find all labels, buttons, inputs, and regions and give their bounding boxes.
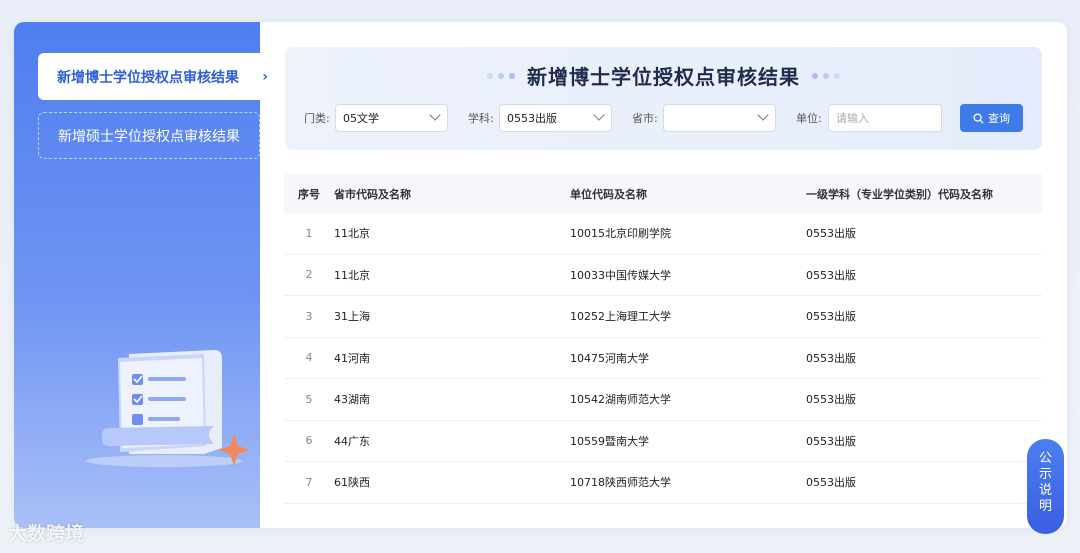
query-button[interactable]: 查询 [960, 104, 1023, 132]
document-checklist-illustration [86, 350, 250, 467]
query-button-label: 查询 [988, 112, 1010, 125]
table-row: 6 44广东 10559暨南大学 0553出版 [284, 421, 1042, 462]
chevron-down-icon [757, 109, 769, 121]
watermark: 大数跨境 [8, 519, 84, 546]
table-cell: 6 [305, 434, 313, 448]
notice-char: 说 [1038, 483, 1052, 498]
notice-char: 公 [1038, 451, 1052, 466]
notice-char: 明 [1038, 499, 1052, 514]
subject-select-value: 0553出版 [507, 112, 557, 125]
sidebar-item-doctoral[interactable]: 新增博士学位授权点审核结果 › [38, 53, 274, 100]
filter-panel: 新增博士学位授权点审核结果 门类: 05文学 学科: 0553出版 省市: 单位… [285, 47, 1042, 150]
watermark-text: 大数跨境 [8, 523, 85, 545]
main-card: 新增博士学位授权点审核结果 › 新增硕士学位授权点审核结果 新增博士学位授权点审… [14, 22, 1067, 528]
table-row: 7 61陕西 10718陕西师范大学 0553出版 [284, 462, 1042, 504]
notice-char: 示 [1038, 467, 1052, 482]
results-table: 序号 省市代码及名称 单位代码及名称 一级学科（专业学位类别）代码及名称 1 11… [284, 174, 1042, 504]
table-cell: 0553出版 [806, 393, 856, 407]
table-cell: 10252上海理工大学 [570, 310, 671, 324]
main-content: 新增博士学位授权点审核结果 门类: 05文学 学科: 0553出版 省市: 单位… [260, 22, 1067, 528]
table-cell: 0553出版 [806, 434, 856, 448]
table-cell: 41河南 [334, 351, 370, 365]
table-cell: 44广东 [334, 434, 370, 448]
table-cell: 0553出版 [806, 351, 856, 365]
table-cell: 0553出版 [806, 310, 856, 324]
category-label: 门类: [304, 112, 330, 125]
sidebar-item-label: 新增博士学位授权点审核结果 [57, 69, 239, 86]
search-icon [973, 112, 984, 124]
table-cell: 10015北京印刷学院 [570, 227, 671, 241]
column-header-index: 序号 [298, 187, 320, 201]
table-row: 4 41河南 10475河南大学 0553出版 [284, 338, 1042, 379]
table-cell: 43湖南 [334, 393, 370, 407]
subject-select[interactable]: 0553出版 [499, 104, 612, 132]
table-body: 1 11北京 10015北京印刷学院 0553出版 2 11北京 10033中国传媒大学 05… [284, 213, 1042, 504]
table-cell: 3 [305, 309, 313, 323]
province-select[interactable] [663, 104, 776, 132]
province-label: 省市: [632, 112, 658, 125]
sidebar-item-masters[interactable]: 新增硕士学位授权点审核结果 [38, 112, 260, 159]
table-header: 序号 省市代码及名称 单位代码及名称 一级学科（专业学位类别）代码及名称 [284, 174, 1042, 213]
table-cell: 10559暨南大学 [570, 434, 649, 448]
page-title: 新增博士学位授权点审核结果 [527, 65, 800, 89]
sidebar-item-label: 新增硕士学位授权点审核结果 [58, 128, 240, 145]
sidebar: 新增博士学位授权点审核结果 › 新增硕士学位授权点审核结果 [14, 22, 274, 528]
table-cell: 11北京 [334, 268, 370, 282]
table-cell: 61陕西 [334, 476, 370, 490]
chevron-down-icon [593, 109, 605, 121]
category-select-value: 05文学 [343, 112, 379, 125]
table-cell: 10542湖南师范大学 [570, 393, 671, 407]
title-dots-right [812, 72, 840, 79]
table-row: 3 31上海 10252上海理工大学 0553出版 [284, 296, 1042, 338]
category-select[interactable]: 05文学 [335, 104, 448, 132]
table-row: 5 43湖南 10542湖南师范大学 0553出版 [284, 379, 1042, 421]
table-cell: 4 [305, 351, 313, 365]
table-cell: 7 [305, 475, 313, 489]
table-cell: 5 [305, 392, 313, 406]
table-cell: 11北京 [334, 227, 370, 241]
table-row: 1 11北京 10015北京印刷学院 0553出版 [284, 213, 1042, 255]
unit-label: 单位: [796, 112, 822, 125]
table-cell: 1 [305, 226, 313, 240]
column-header-discipline: 一级学科（专业学位类别）代码及名称 [806, 187, 993, 201]
table-cell: 0553出版 [806, 476, 856, 490]
column-header-unit: 单位代码及名称 [570, 187, 647, 201]
column-header-province: 省市代码及名称 [334, 187, 411, 201]
table-cell: 0553出版 [806, 268, 856, 282]
table-cell: 0553出版 [806, 227, 856, 241]
table-cell: 10718陕西师范大学 [570, 476, 671, 490]
title-dots-left [487, 72, 515, 79]
table-cell: 10475河南大学 [570, 351, 649, 365]
table-cell: 31上海 [334, 310, 370, 324]
subject-label: 学科: [468, 112, 494, 125]
table-cell: 2 [305, 268, 313, 282]
table-cell: 10033中国传媒大学 [570, 268, 671, 282]
table-row: 2 11北京 10033中国传媒大学 0553出版 [284, 255, 1042, 296]
unit-input[interactable] [836, 111, 941, 125]
notice-button[interactable]: 公 示 说 明 [1027, 439, 1064, 534]
unit-input-wrapper [828, 104, 942, 132]
chevron-down-icon [429, 109, 441, 121]
